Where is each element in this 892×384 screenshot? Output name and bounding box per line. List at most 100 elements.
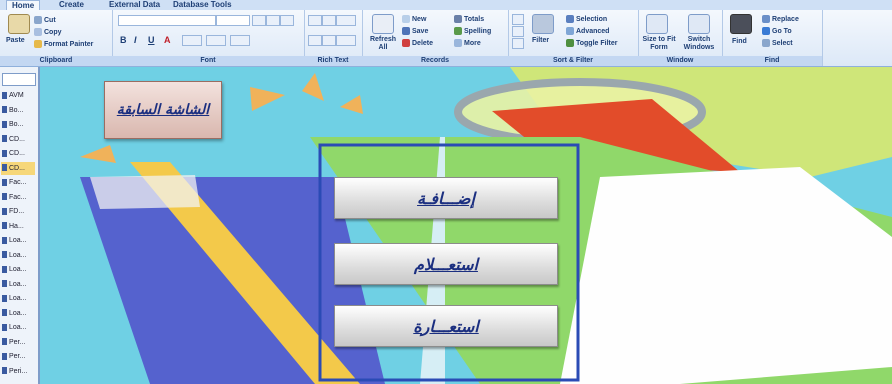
fill-color-icon[interactable]	[182, 35, 202, 46]
nav-item[interactable]: Fac...	[1, 191, 35, 204]
size-to-fit-form-button[interactable]: Size to Fit Form	[642, 36, 676, 52]
selection-button[interactable]: Selection	[566, 15, 607, 23]
italic-button[interactable]: I	[134, 35, 137, 45]
add-button[interactable]: إضـــافـة	[334, 177, 558, 219]
nav-item-label: Bo...	[9, 121, 24, 128]
tab-create[interactable]: Create	[54, 0, 89, 10]
copy-button[interactable]: Copy	[34, 28, 62, 36]
indent-icon[interactable]	[308, 15, 322, 26]
nav-item[interactable]: CD...	[1, 161, 35, 175]
table-icon	[2, 164, 7, 172]
font-color-button[interactable]: A	[164, 35, 171, 45]
nav-item[interactable]: AVM	[1, 89, 35, 102]
nav-item[interactable]: Loa...	[1, 234, 35, 247]
go-to-button[interactable]: Go To	[762, 27, 792, 35]
save-record-button[interactable]: Save	[402, 27, 428, 35]
replace-button[interactable]: Replace	[762, 15, 799, 23]
nav-item[interactable]: Bo...	[1, 104, 35, 117]
align-right-icon[interactable]	[280, 15, 294, 26]
numbering-icon[interactable]	[322, 35, 336, 46]
cut-button[interactable]: Cut	[34, 16, 56, 24]
nav-item[interactable]: Fac...	[1, 176, 35, 189]
new-record-button[interactable]: New	[402, 15, 426, 23]
nav-item[interactable]: Loa...	[1, 321, 35, 334]
underline-button[interactable]: U	[148, 35, 155, 45]
sigma-icon	[454, 15, 462, 23]
font-name-dropdown[interactable]	[118, 15, 216, 26]
copy-label[interactable]: Copy	[44, 29, 62, 36]
spelling-icon	[454, 27, 462, 35]
gridlines-icon[interactable]	[206, 35, 226, 46]
nav-item-label: Loa...	[9, 324, 27, 331]
filter-button[interactable]: Filter	[532, 37, 549, 44]
nav-item[interactable]: Ha...	[1, 220, 35, 233]
nav-item[interactable]: FD...	[1, 205, 35, 218]
more-button[interactable]: More	[454, 39, 481, 47]
table-icon	[2, 251, 7, 259]
switch-windows-button[interactable]: Switch Windows	[678, 36, 720, 52]
table-icon	[2, 294, 7, 302]
query-button[interactable]: استعـــلام	[334, 243, 558, 285]
table-icon	[2, 352, 7, 360]
nav-item[interactable]: Per...	[1, 336, 35, 349]
funnel-icon[interactable]	[532, 14, 554, 34]
spelling-label: Spelling	[464, 27, 492, 35]
refresh-icon[interactable]	[372, 14, 394, 34]
brush-icon	[34, 40, 42, 48]
font-size-dropdown[interactable]	[216, 15, 250, 26]
clipboard-group-label: Clipboard	[0, 56, 112, 66]
toggle-filter-button[interactable]: Toggle Filter	[566, 39, 617, 47]
tab-database-tools[interactable]: Database Tools	[168, 0, 237, 10]
bullets-icon[interactable]	[308, 35, 322, 46]
nav-item[interactable]: Bo...	[1, 118, 35, 131]
window-group-label: Window	[638, 56, 722, 66]
nav-item[interactable]: CD...	[1, 133, 35, 146]
sort-descending-icon[interactable]	[512, 26, 524, 37]
table-icon	[2, 222, 7, 230]
scissors-icon	[34, 16, 42, 24]
nav-item[interactable]: Per...	[1, 350, 35, 363]
bold-button[interactable]: B	[120, 35, 127, 45]
previous-screen-button[interactable]: الشاشة السابقة	[104, 81, 222, 139]
find-button[interactable]: Find	[732, 38, 747, 45]
alt-row-color-icon[interactable]	[230, 35, 250, 46]
find-group: Find Replace Go To Select Find	[722, 10, 823, 66]
align-left-icon[interactable]	[252, 15, 266, 26]
tab-external-data[interactable]: External Data	[104, 0, 165, 10]
borrow-button[interactable]: استعـــارة	[334, 305, 558, 347]
delete-icon	[402, 39, 410, 47]
clear-sort-icon[interactable]	[512, 38, 524, 49]
paste-icon[interactable]	[8, 14, 30, 34]
sort-filter-group-label: Sort & Filter	[508, 56, 638, 66]
clipboard-group: Paste Cut Copy Format Painter Clipboard	[0, 10, 113, 66]
advanced-button[interactable]: Advanced	[566, 27, 609, 35]
sort-ascending-icon[interactable]	[512, 14, 524, 25]
totals-button[interactable]: Totals	[454, 15, 484, 23]
table-icon	[2, 367, 7, 375]
select-button[interactable]: Select	[762, 39, 793, 47]
binoculars-icon[interactable]	[730, 14, 752, 34]
table-icon	[2, 323, 7, 331]
nav-item-label: AVM	[9, 92, 24, 99]
paste-button[interactable]: Paste	[6, 37, 25, 44]
nav-item[interactable]: Loa...	[1, 307, 35, 320]
table-icon	[2, 178, 7, 186]
size-to-fit-icon[interactable]	[646, 14, 668, 34]
format-painter-button[interactable]: Format Painter	[34, 40, 93, 48]
rtl-icon[interactable]	[336, 15, 356, 26]
nav-item[interactable]: Peri...	[1, 365, 35, 378]
nav-item[interactable]: Loa...	[1, 278, 35, 291]
refresh-all-button[interactable]: Refresh All	[368, 36, 398, 52]
switch-windows-icon[interactable]	[688, 14, 710, 34]
highlight-icon[interactable]	[336, 35, 356, 46]
nav-item[interactable]: Loa...	[1, 292, 35, 305]
records-group: Refresh All New Save Delete Totals Spell…	[362, 10, 509, 66]
spelling-button[interactable]: Spelling	[454, 27, 491, 35]
nav-item[interactable]: CD...	[1, 147, 35, 160]
delete-record-button[interactable]: Delete	[402, 39, 433, 47]
nav-item[interactable]: Loa...	[1, 249, 35, 262]
nav-search-input[interactable]	[2, 73, 36, 86]
outdent-icon[interactable]	[322, 15, 336, 26]
nav-item[interactable]: Loa...	[1, 263, 35, 276]
align-center-icon[interactable]	[266, 15, 280, 26]
